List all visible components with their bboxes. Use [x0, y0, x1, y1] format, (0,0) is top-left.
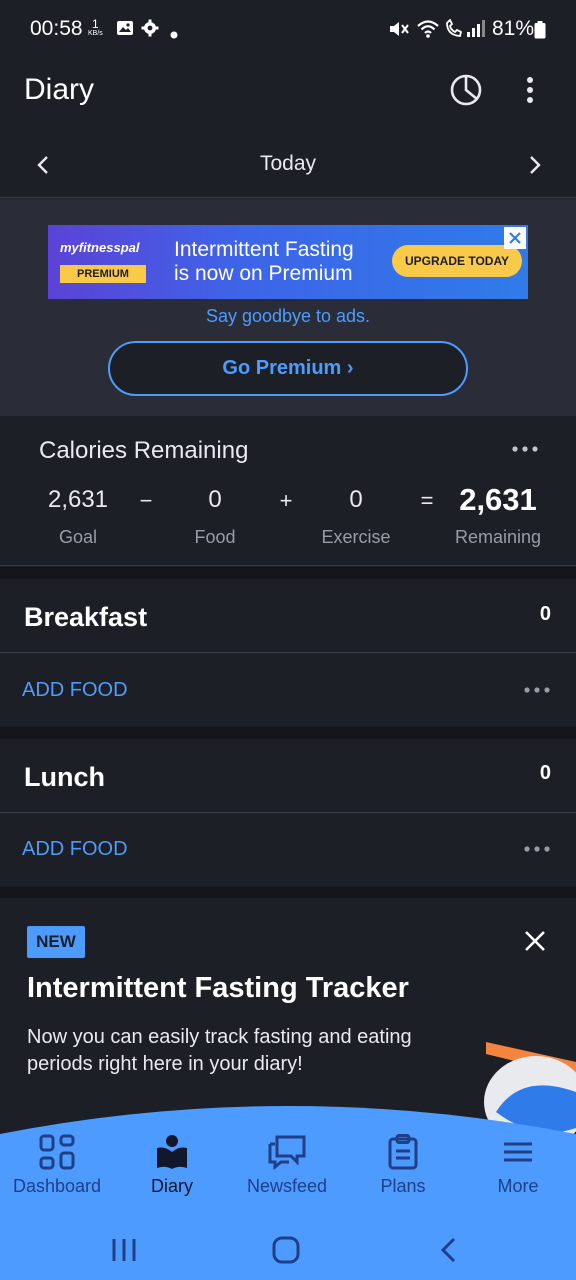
remaining-label: Remaining — [454, 527, 542, 547]
equals-operator: = — [420, 488, 434, 513]
battery-percent: 81% — [492, 17, 535, 40]
meal-calories: 0 — [539, 762, 551, 784]
goal-value: 2,631 — [47, 486, 109, 513]
overflow-menu-button[interactable] — [510, 70, 550, 110]
chevron-right-icon — [530, 156, 541, 174]
battery-icon — [534, 21, 546, 44]
goal-label: Goal — [58, 527, 98, 547]
exercise-value: 0 — [349, 486, 363, 513]
newsfeed-icon — [268, 1135, 306, 1170]
plus-operator: + — [279, 488, 293, 513]
nav-newsfeed[interactable]: Newsfeed — [232, 1134, 342, 1197]
new-badge: NEW — [27, 926, 85, 958]
food-label: Food — [194, 527, 236, 547]
promo-title: Intermittent Fasting Tracker — [27, 972, 409, 1004]
dashboard-icon — [39, 1134, 75, 1170]
status-bar — [0, 0, 576, 58]
recent-apps-icon — [112, 1239, 136, 1261]
ad-close-button[interactable] — [504, 227, 526, 249]
section-divider — [0, 727, 576, 739]
nav-dashboard[interactable]: Dashboard — [2, 1134, 112, 1197]
calories-more-button[interactable] — [510, 439, 540, 459]
more-horizontal-icon — [512, 446, 538, 452]
ad-subtext: Say goodbye to ads. — [205, 306, 371, 326]
ad-premium-badge: PREMIUM — [60, 265, 146, 283]
meal-calories: 0 — [539, 603, 551, 625]
net-speed-value: 1 — [92, 17, 99, 31]
more-horizontal-icon — [524, 687, 550, 693]
close-icon — [509, 232, 521, 244]
home-button[interactable] — [264, 1228, 308, 1272]
nav-diary[interactable]: Diary — [117, 1134, 227, 1197]
page-title: Diary — [24, 73, 95, 106]
close-icon — [525, 931, 545, 951]
menu-icon — [504, 1142, 532, 1162]
back-button[interactable] — [426, 1228, 470, 1272]
more-horizontal-icon — [524, 846, 550, 852]
promo-close-button[interactable] — [520, 926, 550, 956]
diary-icon — [157, 1135, 187, 1169]
food-value: 0 — [208, 486, 222, 513]
minus-operator: − — [139, 488, 153, 513]
nav-label: More — [497, 1176, 539, 1196]
ad-headline-line2: is now on Premium — [174, 262, 353, 285]
notification-dot-icon — [170, 26, 178, 44]
add-food-button[interactable]: ADD FOOD — [22, 679, 128, 702]
wifi-calling-icon — [444, 18, 464, 44]
wifi-icon — [416, 19, 440, 44]
mute-icon — [388, 19, 410, 44]
meal-name: Breakfast — [24, 602, 148, 632]
meal-more-button[interactable] — [522, 839, 552, 859]
settings-icon — [141, 19, 159, 42]
signal-icon — [466, 19, 486, 44]
plans-icon — [388, 1134, 418, 1170]
remaining-value: 2,631 — [459, 482, 537, 517]
meal-more-button[interactable] — [522, 680, 552, 700]
nav-label: Diary — [150, 1176, 193, 1196]
next-day-button[interactable] — [520, 150, 550, 180]
date-label[interactable]: Today — [0, 152, 576, 176]
go-premium-button[interactable]: Go Premium › — [108, 341, 468, 396]
pie-chart-button[interactable] — [446, 70, 486, 110]
promo-body: Now you can easily track fasting and eat… — [27, 1026, 412, 1075]
nav-label: Plans — [380, 1176, 426, 1196]
meal-name: Lunch — [24, 762, 105, 792]
section-divider — [0, 887, 576, 898]
nav-label: Newsfeed — [246, 1176, 328, 1196]
ad-upgrade-button[interactable]: UPGRADE TODAY — [392, 245, 522, 277]
nav-label: Dashboard — [12, 1176, 102, 1196]
exercise-label: Exercise — [321, 527, 391, 547]
ad-headline-line1: Intermittent Fasting — [174, 238, 354, 261]
nav-plans[interactable]: Plans — [348, 1134, 458, 1197]
net-speed-unit: KB/s — [88, 30, 103, 37]
home-icon — [272, 1236, 300, 1264]
calories-title: Calories Remaining — [39, 437, 249, 464]
section-divider — [0, 567, 576, 579]
net-speed: 1 KB/s — [88, 17, 103, 39]
nav-more[interactable]: More — [463, 1134, 573, 1197]
gallery-icon — [116, 19, 134, 42]
more-vertical-icon — [527, 77, 533, 103]
ad-headline: Intermittent Fasting is now on Premium — [174, 238, 354, 286]
status-time: 00:58 — [30, 17, 83, 40]
add-food-button[interactable]: ADD FOOD — [22, 838, 128, 861]
pie-chart-icon — [450, 74, 482, 106]
ad-logo: myfitnesspal — [60, 240, 140, 255]
recent-apps-button[interactable] — [102, 1228, 146, 1272]
back-icon — [440, 1237, 456, 1263]
